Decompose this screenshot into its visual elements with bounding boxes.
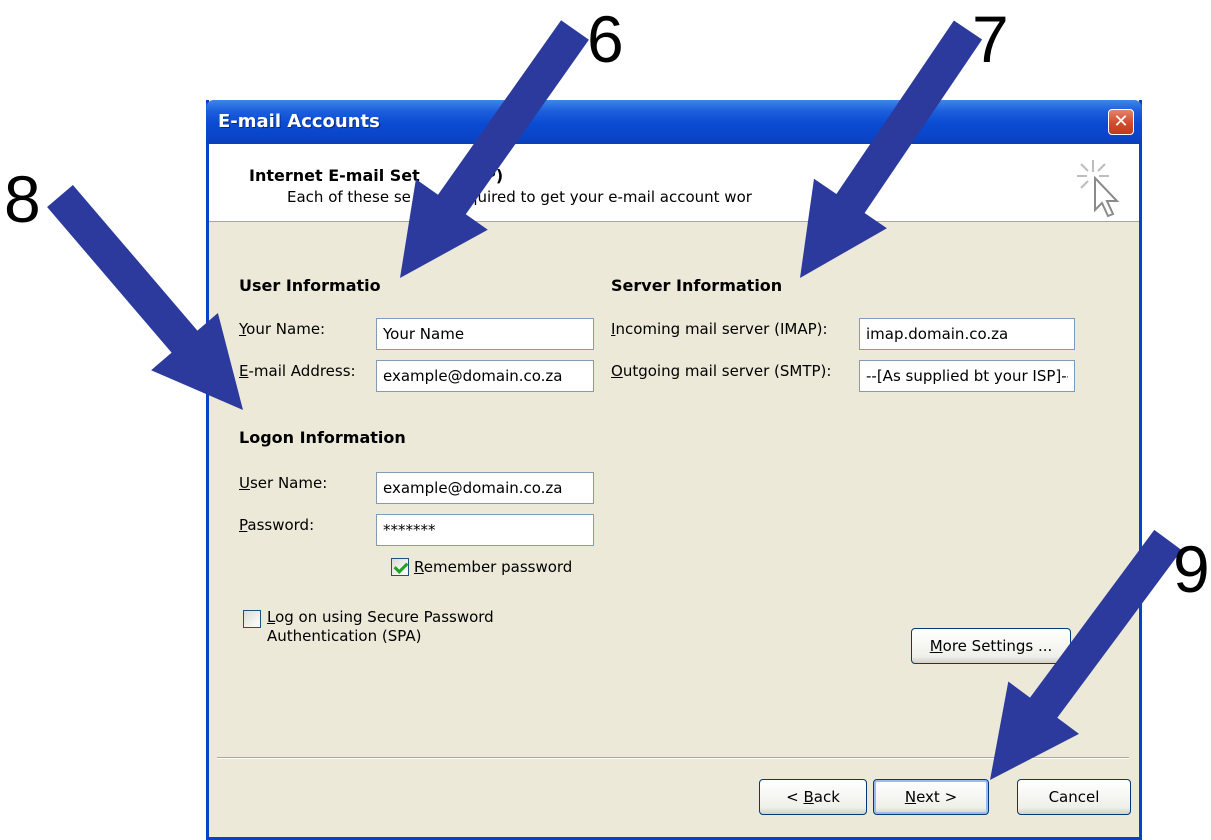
callout-number-6: 6 <box>587 2 624 76</box>
callout-arrow-6 <box>400 20 589 278</box>
callout-arrow-9 <box>990 529 1182 780</box>
callout-number-8: 8 <box>4 162 41 236</box>
callout-arrow-8 <box>47 185 243 410</box>
callout-arrows <box>47 20 1182 780</box>
callout-number-7: 7 <box>972 2 1009 76</box>
callout-arrow-7 <box>800 20 983 278</box>
callout-number-9: 9 <box>1173 532 1210 606</box>
